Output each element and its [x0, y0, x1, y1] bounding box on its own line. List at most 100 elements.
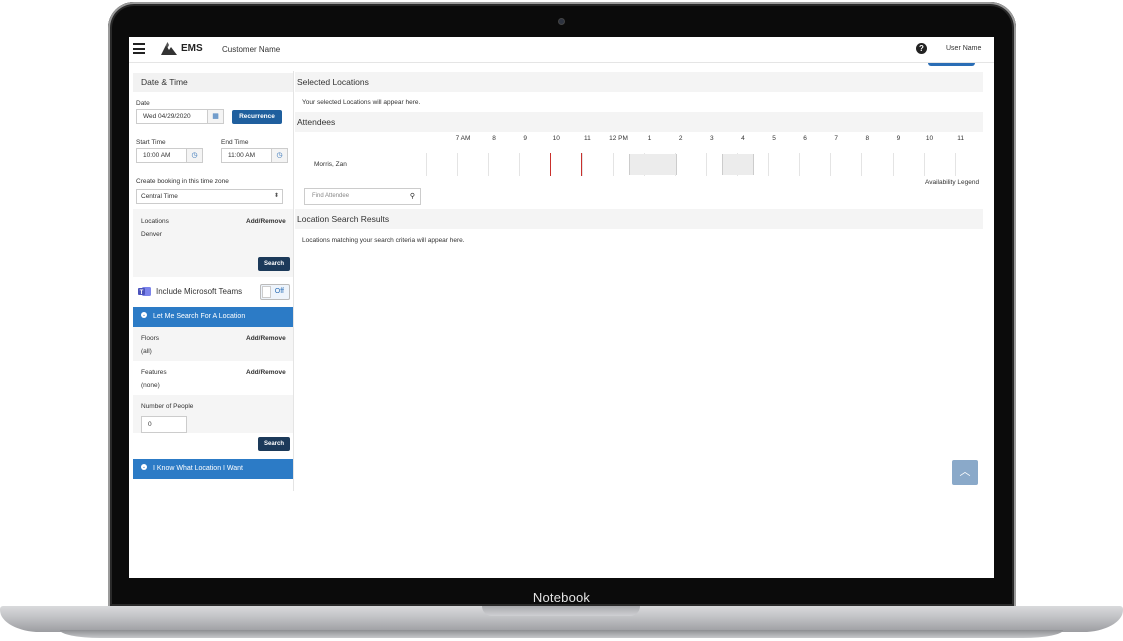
question-circle-icon[interactable]: ?: [916, 43, 927, 54]
attendees-header: Attendees: [295, 112, 983, 132]
timeline-gridline: [892, 153, 894, 176]
teams-label: Include Microsoft Teams: [156, 287, 243, 296]
start-time-field[interactable]: 10:00 AM: [136, 148, 187, 163]
date-label: Date: [136, 100, 150, 107]
select-caret-icon: ⬍: [273, 193, 279, 199]
timeline-gridline: [799, 153, 801, 176]
svg-text:T: T: [140, 290, 144, 296]
clock-icon[interactable]: ◷: [272, 148, 288, 163]
scroll-to-top-button[interactable]: ︿: [952, 460, 978, 485]
top-bar: EMS Customer Name ? User Name: [129, 37, 994, 63]
chevron-up-icon: ︿: [959, 466, 971, 478]
booking-window-marker: [550, 153, 551, 176]
results-text: Locations matching your search criteria …: [302, 237, 465, 244]
busy-block: [629, 154, 677, 175]
timeline-gridline: [923, 153, 925, 176]
selected-locations-header: Selected Locations: [295, 72, 983, 92]
recurrence-button[interactable]: Recurrence: [232, 110, 282, 124]
know-location-label: I Know What Location I Want: [153, 465, 244, 472]
timezone-value: Central Time: [141, 193, 178, 200]
features-add-remove[interactable]: Add/Remove: [246, 369, 286, 376]
clock-icon[interactable]: ◷: [187, 148, 203, 163]
timeline-hour-label: 11: [957, 135, 964, 142]
teams-toggle[interactable]: Off: [260, 284, 290, 300]
busy-block: [722, 154, 754, 175]
features-label: Features: [141, 369, 167, 376]
end-time-field[interactable]: 11:00 AM: [221, 148, 272, 163]
hamburger-menu-icon[interactable]: [133, 43, 145, 54]
timeline-hour-label: 9: [523, 135, 527, 142]
app-screen: EMS Customer Name ? User Name Date & Tim…: [129, 37, 994, 578]
timeline-hour-label: 7 AM: [455, 135, 471, 142]
people-field[interactable]: 0: [141, 416, 187, 433]
selected-locations-text: Your selected Locations will appear here…: [302, 99, 421, 106]
timeline-hour-label: 7: [834, 135, 838, 142]
ems-logo[interactable]: EMS: [161, 42, 203, 55]
timeline-hour-label: 5: [772, 135, 776, 142]
timezone-select[interactable]: Central Time ⬍: [136, 189, 283, 204]
search-button[interactable]: Search: [258, 437, 290, 451]
booking-sidebar: Date & Time Date Wed 04/29/2020 ▦ Recurr…: [133, 71, 293, 491]
microsoft-teams-icon: T: [138, 287, 151, 296]
find-attendee-input[interactable]: Find Attendee ⚲: [304, 188, 421, 205]
calendar-icon[interactable]: ▦: [208, 109, 224, 124]
chevron-circle-down-icon: ⌄: [141, 464, 147, 471]
floors-value: (all): [141, 348, 152, 355]
locations-label: Locations: [141, 218, 169, 225]
timeline-hour-label: 1: [647, 135, 652, 142]
timeline-gridline: [861, 153, 863, 176]
date-field[interactable]: Wed 04/29/2020: [136, 109, 208, 124]
timeline-hour-label: 10: [552, 135, 560, 142]
locations-value: Denver: [141, 231, 162, 238]
search-icon[interactable]: ⚲: [410, 189, 415, 204]
timezone-label: Create booking in this time zone: [136, 178, 229, 185]
panel-divider: [293, 71, 294, 491]
page-action-button[interactable]: [928, 63, 975, 66]
people-label: Number of People: [141, 403, 194, 410]
timeline-gridline: [488, 153, 490, 176]
know-location-accordion[interactable]: ⌄ I Know What Location I Want: [133, 459, 293, 479]
timeline-hour-label: 8: [492, 135, 496, 142]
timeline-hour-label: 8: [865, 135, 870, 142]
timeline-gridline: [519, 153, 521, 176]
timeline-gridline: [768, 153, 770, 176]
teams-toggle-label: Off: [274, 288, 284, 295]
camera-icon: [559, 19, 564, 24]
timeline-hour-label: 4: [741, 135, 745, 142]
customer-name: Customer Name: [222, 45, 281, 54]
laptop-notch: [482, 606, 640, 616]
availability-legend-link[interactable]: Availability Legend: [925, 179, 979, 186]
timeline-gridline: [705, 153, 707, 176]
let-me-search-accordion[interactable]: ⌄ Let Me Search For A Location: [133, 307, 293, 327]
timeline-gridline: [426, 153, 427, 176]
search-button[interactable]: Search: [258, 257, 290, 271]
floors-label: Floors: [141, 335, 160, 342]
timeline-gridline: [612, 153, 614, 176]
floors-add-remove[interactable]: Add/Remove: [246, 335, 286, 342]
timeline-hour-label: 3: [709, 135, 714, 142]
timeline-gridline: [457, 153, 459, 176]
timeline-hour-label: 9: [896, 135, 901, 142]
booking-window-marker: [581, 153, 582, 176]
timeline-hour-label: 12 PM: [609, 135, 628, 142]
locations-add-remove[interactable]: Add/Remove: [246, 218, 286, 225]
user-menu[interactable]: User Name: [946, 45, 981, 52]
device-brand: Notebook: [532, 590, 591, 605]
features-value: (none): [141, 382, 160, 389]
timeline-gridline: [830, 153, 832, 176]
mountain-logo-icon: [161, 42, 177, 55]
timeline-hour-label: 11: [584, 135, 591, 142]
floors-block: [133, 327, 293, 361]
logo-text: EMS: [181, 43, 203, 54]
start-time-label: Start Time: [136, 139, 166, 146]
results-header: Location Search Results: [295, 209, 983, 229]
date-time-header: Date & Time: [133, 73, 293, 92]
end-time-label: End Time: [221, 139, 249, 146]
laptop-base-edge: [60, 630, 1063, 638]
timeline-gridline: [954, 153, 956, 176]
let-me-search-label: Let Me Search For A Location: [153, 313, 246, 320]
attendee-name: Morris, Zan: [314, 161, 347, 168]
find-attendee-placeholder: Find Attendee: [312, 193, 350, 199]
timeline-hour-label: 6: [803, 135, 807, 142]
timeline-hour-label: 10: [925, 135, 934, 142]
